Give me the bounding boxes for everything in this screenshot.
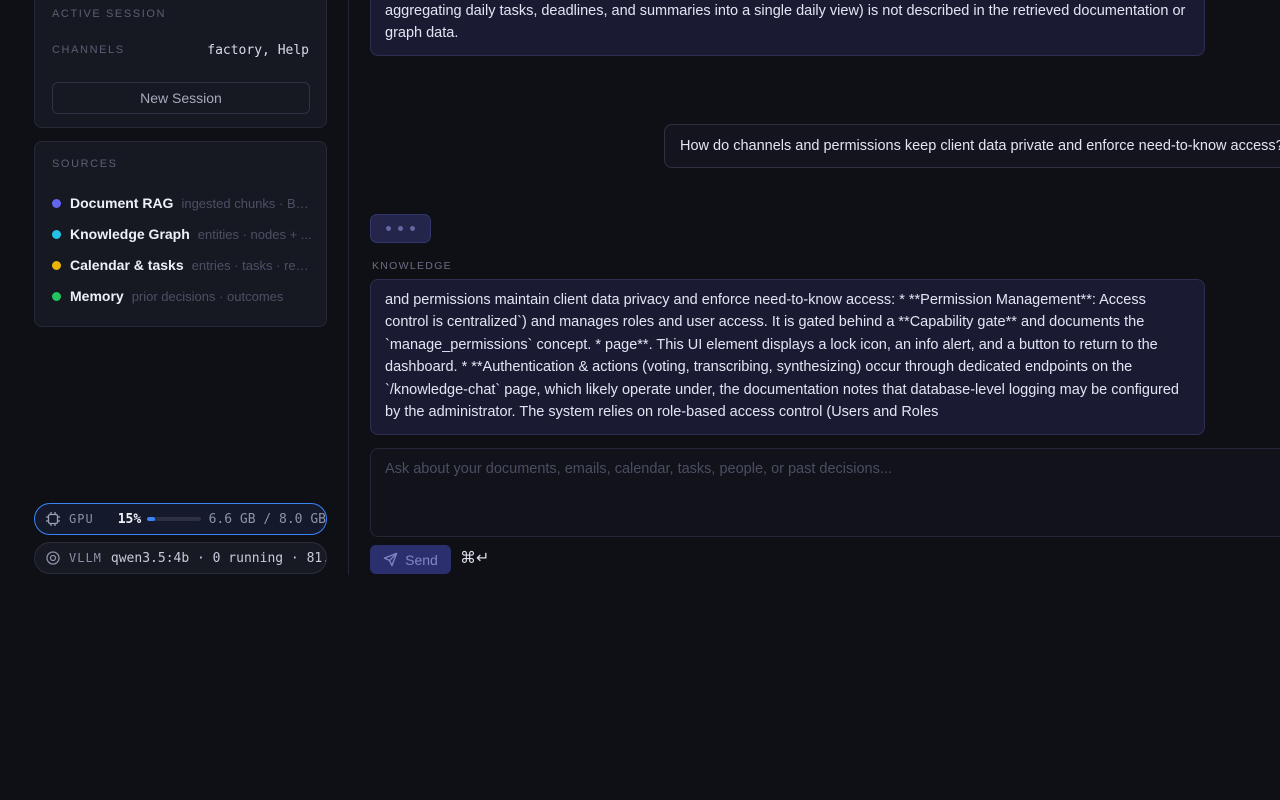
keyboard-shortcut-hint: ⌘↵ [460,548,490,567]
source-description: entries · tasks · rem... [191,257,314,273]
typing-indicator [370,214,431,243]
status-dot-icon [52,198,61,208]
send-button[interactable]: Send [370,545,451,574]
session-heading: ACTIVE SESSION [52,8,167,20]
gpu-usage-fill [147,517,156,521]
source-item-knowledge-graph[interactable]: Knowledge Graph entities · nodes + ... [52,224,314,244]
source-name: Calendar & tasks [70,257,184,273]
gpu-usage-bar [147,517,201,521]
vllm-status-value: qwen3.5:4b · 0 running · 81... [110,550,327,566]
gpu-label: GPU [69,512,94,526]
status-dot-icon [52,291,61,301]
source-item-memory[interactable]: Memory prior decisions · outcomes [52,286,314,306]
sidebar-divider [348,0,349,575]
chat-input[interactable] [370,448,1280,537]
assistant-response: and permissions maintain client data pri… [370,279,1205,435]
vllm-label: VLLM [69,551,102,565]
source-description: entities · nodes + ... [197,226,312,242]
sources-panel: SOURCES Document RAG ingested chunks · B… [34,141,327,327]
new-session-button[interactable]: New Session [52,82,310,114]
chip-icon [46,512,60,526]
gpu-percent: 15% [117,511,142,527]
source-item-calendar-tasks[interactable]: Calendar & tasks entries · tasks · rem..… [52,255,314,275]
status-dot-icon [52,260,61,270]
source-description: prior decisions · outcomes [131,288,284,304]
source-description: ingested chunks · BM... [181,195,314,211]
send-label: Send [405,551,438,568]
source-name: Document RAG [70,195,174,211]
target-icon [46,551,60,565]
channels-value: factory, Help [207,43,309,58]
response-source-label: KNOWLEDGE [372,260,452,272]
gpu-memory: 6.6 GB / 8.0 GB [208,511,326,527]
gpu-status-pill[interactable]: GPU 15% 6.6 GB / 8.0 GB [34,503,327,535]
sources-heading: SOURCES [52,158,118,170]
assistant-message: aggregating daily tasks, deadlines, and … [370,0,1205,56]
vllm-status-pill[interactable]: VLLM qwen3.5:4b · 0 running · 81... [34,542,327,574]
send-icon [383,552,398,567]
typing-dot [386,226,391,231]
typing-dot [410,226,415,231]
channels-label: CHANNELS [52,44,125,56]
source-item-document-rag[interactable]: Document RAG ingested chunks · BM... [52,193,314,213]
source-name: Knowledge Graph [70,226,190,242]
user-message: How do channels and permissions keep cli… [664,124,1280,168]
source-name: Memory [70,288,124,304]
typing-dot [398,226,403,231]
status-dot-icon [52,229,61,239]
session-panel: ACTIVE SESSION CHANNELS factory, Help Ne… [34,0,327,128]
